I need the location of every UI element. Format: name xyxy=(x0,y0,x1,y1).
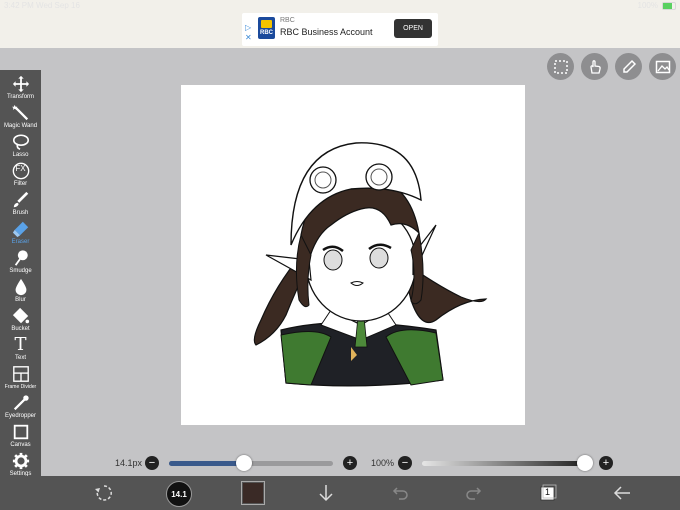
status-time-text: 3:42 PM xyxy=(4,1,34,10)
brush-size-button[interactable]: 14.1 xyxy=(166,481,192,507)
pen-button[interactable] xyxy=(615,53,642,80)
opacity-increase-button[interactable]: + xyxy=(599,456,613,470)
text-icon: T xyxy=(14,334,27,355)
status-date-text: Wed Sep 16 xyxy=(36,1,80,10)
status-battery-percent: 100% xyxy=(637,1,658,10)
tool-frame-divider[interactable]: Frame Divider xyxy=(0,364,41,393)
tool-label: Eraser xyxy=(11,239,30,245)
rbc-logo-text: RBC xyxy=(260,30,273,36)
tool-label: Bucket xyxy=(11,326,30,332)
tool-canvas[interactable]: Canvas xyxy=(0,422,41,451)
rbc-logo: RBC xyxy=(258,17,275,39)
ad-brand: RBC xyxy=(280,17,295,24)
tool-blur[interactable]: Blur xyxy=(0,277,41,306)
eyedropper-icon xyxy=(13,395,29,411)
undo-icon xyxy=(392,487,408,500)
tool-lasso[interactable]: Lasso xyxy=(0,132,41,161)
tool-bucket[interactable]: Bucket xyxy=(0,306,41,335)
brush-size-value: 14.1px xyxy=(115,458,143,468)
tool-smudge[interactable]: Smudge xyxy=(0,248,41,277)
tool-filter[interactable]: FX Filter xyxy=(0,161,41,190)
tool-text[interactable]: T Text xyxy=(0,335,41,364)
slider-row: 14.1px − + 100% − + xyxy=(0,450,680,476)
selection-icon xyxy=(553,59,568,74)
ad-title: RBC Business Account xyxy=(280,27,373,37)
tool-label: Eyedropper xyxy=(4,413,37,419)
tool-label: Frame Divider xyxy=(4,384,37,390)
layer-count: 1 xyxy=(545,487,551,497)
layers-button[interactable]: 1 xyxy=(536,481,560,505)
down-arrow-icon xyxy=(319,485,333,502)
move-arrows-icon xyxy=(12,75,29,93)
redo-icon xyxy=(466,487,482,500)
tool-label: Filter xyxy=(13,181,28,187)
left-arrow-icon xyxy=(613,486,630,500)
brush-size-badge: 14.1 xyxy=(171,489,187,499)
tool-magic-wand[interactable]: Magic Wand xyxy=(0,103,41,132)
hand-icon xyxy=(589,59,601,74)
brush-size-fill xyxy=(169,461,244,466)
status-bar: 3:42 PM Wed Sep 16 100% xyxy=(0,0,680,12)
transform-layer-button[interactable] xyxy=(92,481,116,505)
layer-image-button[interactable] xyxy=(649,53,676,80)
hand-button[interactable] xyxy=(581,53,608,80)
download-button[interactable] xyxy=(314,481,338,505)
brush-size-increase-button[interactable]: + xyxy=(343,456,357,470)
rotate-icon xyxy=(95,485,112,501)
opacity-value: 100% xyxy=(371,458,395,468)
battery-icon xyxy=(662,2,676,10)
tool-label: Brush xyxy=(12,210,29,216)
selection-button[interactable] xyxy=(547,53,574,80)
opacity-decrease-button[interactable]: − xyxy=(398,456,412,470)
tool-transform[interactable]: Transform xyxy=(0,74,41,103)
tool-brush[interactable]: Brush xyxy=(0,190,41,219)
lasso-icon xyxy=(12,134,29,150)
bottom-toolbar: 14.1 1 xyxy=(0,476,680,510)
tool-label: Canvas xyxy=(10,442,31,448)
image-icon xyxy=(655,60,670,73)
back-button[interactable] xyxy=(610,481,634,505)
tool-label: Text xyxy=(14,355,26,361)
brush-size-thumb[interactable] xyxy=(236,455,252,471)
brush-size-decrease-button[interactable]: − xyxy=(145,456,159,470)
ad-info-icon[interactable]: ▷ xyxy=(245,23,251,32)
tool-label: Transform xyxy=(6,94,35,100)
artwork xyxy=(253,142,488,387)
color-swatch xyxy=(243,483,263,503)
tool-palette: Transform Magic Wand Lasso FX Filter Bru… xyxy=(0,70,41,488)
ad-banner[interactable]: ▷ ✕ RBC RBC RBC Business Account OPEN xyxy=(242,13,438,46)
magic-wand-icon xyxy=(11,104,28,121)
tool-label: Smudge xyxy=(9,268,32,274)
status-time: 3:42 PM Wed Sep 16 xyxy=(4,1,80,10)
tool-label: Magic Wand xyxy=(3,123,38,129)
pen-icon xyxy=(622,59,636,73)
tool-label: Lasso xyxy=(12,152,29,158)
frame-divider-icon xyxy=(12,366,29,382)
eraser-icon xyxy=(12,221,28,238)
opacity-thumb[interactable] xyxy=(577,455,593,471)
tool-eyedropper[interactable]: Eyedropper xyxy=(0,393,41,422)
ad-open-button[interactable]: OPEN xyxy=(394,19,432,38)
color-swatch-button[interactable] xyxy=(241,481,265,505)
tool-label: Blur xyxy=(15,297,26,303)
undo-button[interactable] xyxy=(388,481,412,505)
ad-close-icon[interactable]: ✕ xyxy=(245,33,252,42)
ad-bar: ▷ ✕ RBC RBC RBC Business Account OPEN xyxy=(0,12,680,48)
bucket-icon xyxy=(12,307,29,324)
drop-icon xyxy=(15,278,26,296)
canvas-icon xyxy=(13,424,28,440)
opacity-slider[interactable] xyxy=(422,461,590,466)
brush-icon xyxy=(13,191,28,208)
smudge-icon xyxy=(14,250,28,266)
fx-glyph: FX xyxy=(15,164,26,173)
drawing-canvas[interactable] xyxy=(181,85,525,425)
tool-eraser[interactable]: Eraser xyxy=(0,219,41,248)
redo-button[interactable] xyxy=(462,481,486,505)
